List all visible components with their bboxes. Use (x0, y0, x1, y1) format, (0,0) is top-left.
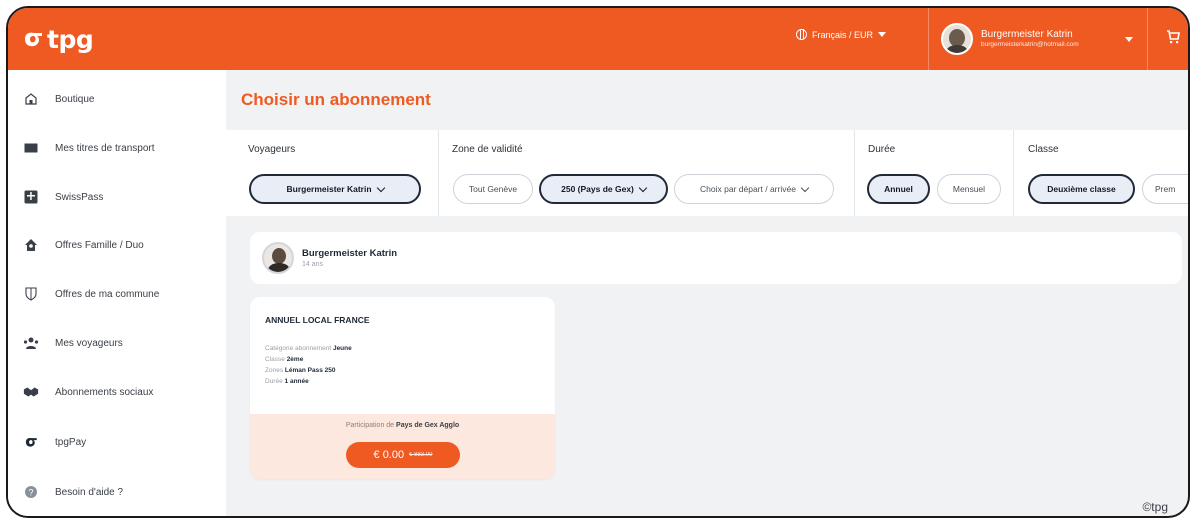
divider (438, 130, 439, 216)
home-icon (23, 91, 39, 107)
duration-filter-label: Durée (868, 144, 896, 155)
chevron-down-icon (800, 183, 810, 192)
traveler-card: Burgermeister Katrin 14 ans (250, 232, 1182, 284)
class-option-label: Prem (1155, 184, 1176, 194)
detail-value: Jeune (332, 345, 352, 352)
detail-row: Zones Léman Pass 250 (265, 367, 335, 374)
globe-icon (796, 29, 807, 40)
logo-text: tpg (47, 24, 94, 54)
travelers-filter-label: Voyageurs (248, 144, 296, 155)
top-bar: tpg Français / EUR Burgermeister Katrin … (8, 8, 1188, 70)
sidebar-item-ma-commune[interactable]: Offres de ma commune (8, 277, 226, 311)
price: € 0.00 (373, 449, 405, 461)
sidebar-item-mes-voyageurs[interactable]: Mes voyageurs (8, 326, 226, 360)
user-email: burgermeisterkatrin@hotmail.com (981, 41, 1079, 49)
detail-key: Zones (265, 367, 284, 374)
sidebar-item-aide[interactable]: ? Besoin d'aide ? (8, 475, 226, 509)
subscription-title: ANNUEL LOCAL FRANCE (265, 315, 370, 325)
sidebar-item-label: Offres de ma commune (55, 288, 160, 300)
handshake-icon (23, 384, 39, 400)
traveler-age: 14 ans (302, 261, 324, 268)
language-currency-selector[interactable]: Français / EUR (796, 29, 887, 40)
zone-option-label: Tout Genève (468, 184, 518, 194)
travelers-icon (23, 335, 39, 351)
zone-option-tout-geneve[interactable]: Tout Genève (453, 174, 533, 204)
duration-option-label: Annuel (884, 184, 913, 194)
svg-text:?: ? (28, 488, 33, 498)
participation-text: Participation de Pays de Gex Agglo (250, 422, 555, 429)
avatar (262, 242, 294, 274)
tpg-logo-icon (23, 434, 39, 450)
detail-value: 2ème (286, 356, 304, 363)
zone-option-label: Choix par départ / arrivée (700, 184, 796, 194)
divider (854, 130, 855, 216)
sidebar-item-famille-duo[interactable]: Offres Famille / Duo (8, 228, 226, 262)
price-button[interactable]: € 0.00 € 883.00 (346, 442, 460, 468)
ticket-icon (23, 140, 39, 156)
sidebar-item-label: Mes voyageurs (55, 337, 123, 349)
chevron-down-icon (376, 183, 385, 192)
detail-row: Classe 2ème (265, 356, 303, 363)
family-house-icon (23, 237, 39, 253)
zone-filter-label: Zone de validité (452, 144, 523, 155)
class-option-premiere[interactable]: Prem (1142, 174, 1188, 204)
filter-bar: Voyageurs Burgermeister Katrin Zone de v… (226, 130, 1188, 216)
page-title: Choisir un abonnement (241, 90, 431, 109)
tpg-logo-icon (25, 32, 42, 47)
title-bar: Choisir un abonnement (226, 70, 1188, 130)
participation-entity: Pays de Gex Agglo (396, 422, 460, 429)
old-price: € 883.00 (409, 452, 433, 458)
avatar (941, 23, 973, 55)
class-option-label: Deuxième classe (1047, 184, 1116, 194)
duration-option-label: Mensuel (952, 184, 986, 194)
sidebar-item-titres-transport[interactable]: Mes titres de transport (8, 131, 226, 165)
duration-option-annuel[interactable]: Annuel (867, 174, 930, 204)
copyright: ©tpg (1142, 500, 1168, 514)
sidebar-item-abonnements-sociaux[interactable]: Abonnements sociaux (8, 375, 226, 409)
cart-icon[interactable] (1166, 30, 1180, 44)
detail-row: Catégorie abonnement Jeune (265, 345, 352, 352)
detail-value: 1 année (284, 378, 309, 385)
zone-option-250-pays-de-gex[interactable]: 250 (Pays de Gex) (539, 174, 668, 204)
detail-row: Durée 1 année (265, 378, 309, 385)
divider (1013, 130, 1014, 216)
sidebar-item-swisspass[interactable]: SwissPass (8, 180, 226, 214)
detail-value: Léman Pass 250 (284, 367, 336, 374)
sidebar-item-label: Offres Famille / Duo (55, 239, 144, 251)
detail-key: Classe (265, 356, 285, 363)
duration-option-mensuel[interactable]: Mensuel (937, 174, 1001, 204)
swisspass-icon (23, 189, 39, 205)
sidebar-item-label: Boutique (55, 93, 95, 105)
traveler-select[interactable]: Burgermeister Katrin (249, 174, 421, 204)
language-currency-label: Français / EUR (812, 29, 874, 40)
subscription-card[interactable]: ANNUEL LOCAL FRANCE Catégorie abonnement… (250, 297, 555, 479)
user-name: Burgermeister Katrin (981, 29, 1073, 41)
detail-key: Durée (265, 378, 283, 385)
shield-icon (23, 286, 39, 302)
sidebar-item-label: SwissPass (55, 191, 104, 203)
sidebar-item-label: Mes titres de transport (55, 142, 155, 154)
caret-down-icon (1125, 37, 1133, 42)
class-option-deuxieme[interactable]: Deuxième classe (1028, 174, 1135, 204)
chevron-down-icon (638, 183, 648, 192)
tpg-logo[interactable]: tpg (22, 24, 94, 54)
zone-option-depart-arrivee[interactable]: Choix par départ / arrivée (674, 174, 834, 204)
caret-down-icon (878, 32, 887, 37)
detail-key: Catégorie abonnement (265, 345, 332, 352)
traveler-select-value: Burgermeister Katrin (286, 184, 372, 194)
sidebar-item-tpgpay[interactable]: tpgPay (8, 425, 226, 459)
class-filter-label: Classe (1028, 144, 1059, 155)
sidebar-item-boutique[interactable]: Boutique (8, 82, 226, 116)
zone-option-label: 250 (Pays de Gex) (561, 184, 634, 194)
help-icon: ? (23, 484, 39, 500)
app-window: tpg Français / EUR Burgermeister Katrin … (6, 6, 1190, 518)
participation-prefix: Participation de (345, 422, 395, 429)
sidebar-item-label: tpgPay (55, 436, 87, 448)
traveler-name: Burgermeister Katrin (302, 248, 398, 259)
sidebar: Boutique Mes titres de transport SwissPa… (8, 70, 226, 516)
sidebar-item-label: Besoin d'aide ? (55, 486, 124, 498)
sidebar-item-label: Abonnements sociaux (55, 386, 154, 398)
subscription-footer: Participation de Pays de Gex Agglo € 0.0… (250, 414, 555, 479)
user-menu[interactable]: Burgermeister Katrin burgermeisterkatrin… (928, 8, 1148, 70)
